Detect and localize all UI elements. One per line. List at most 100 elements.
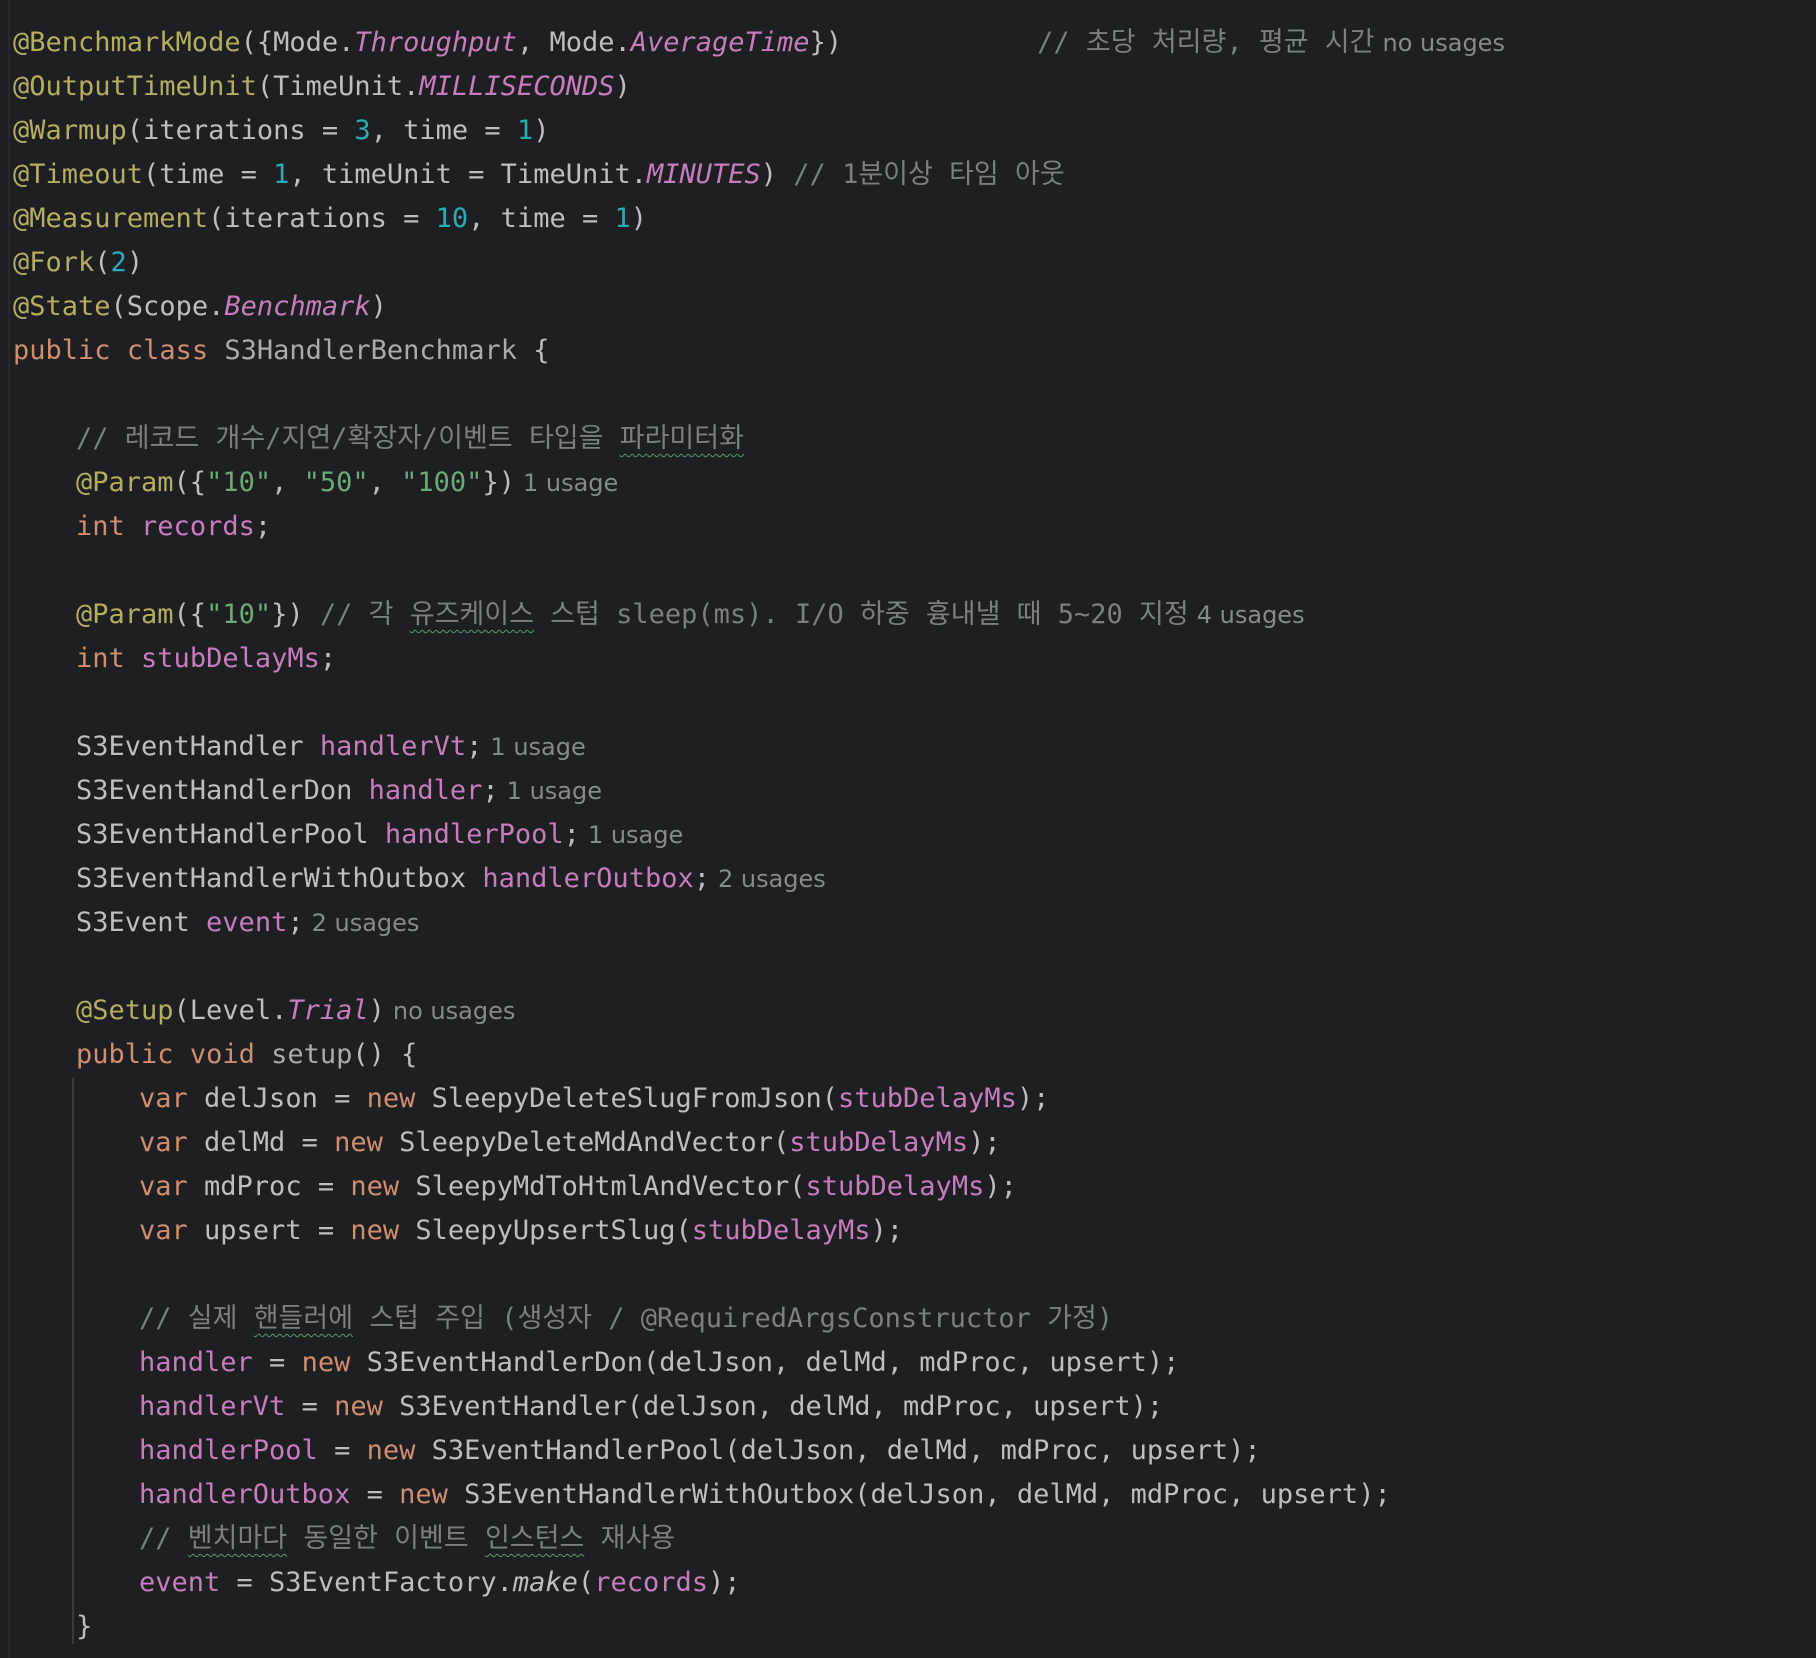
- keyword: new: [350, 1171, 400, 1202]
- enum-constant: AverageTime: [630, 27, 810, 58]
- code-line-15[interactable]: int stubDelayMs;: [76, 637, 336, 681]
- usage-hint[interactable]: no usages: [1383, 29, 1505, 57]
- code-text: ): [614, 71, 631, 102]
- code-line-7[interactable]: @State(Scope.Benchmark): [13, 285, 387, 329]
- code-line-35[interactable]: // 벤치마다 동일한 이벤트 인스턴스 재사용: [139, 1517, 675, 1561]
- code-text: }): [809, 27, 843, 58]
- comment: 스텁 sleep(ms). I/O 하중 흉내낼 때 5~20 지정: [533, 599, 1189, 630]
- code-line-2[interactable]: @OutputTimeUnit(TimeUnit.MILLISECONDS): [13, 65, 631, 109]
- code-text: S3EventHandler(delJson, delMd, mdProc, u…: [382, 1391, 1164, 1422]
- code-text: ,: [271, 467, 304, 498]
- code-line-24[interactable]: public void setup() {: [76, 1033, 417, 1077]
- code-text: (iterations =: [208, 203, 436, 234]
- code-line-32[interactable]: handlerVt = new S3EventHandler(delJson, …: [139, 1385, 1163, 1429]
- enum-constant: Benchmark: [224, 291, 371, 322]
- number-literal: 1: [614, 203, 631, 234]
- keyword: new: [350, 1215, 400, 1246]
- code-line-33[interactable]: handlerPool = new S3EventHandlerPool(del…: [139, 1429, 1261, 1473]
- code-editor[interactable]: @BenchmarkMode({Mode.Throughput, Mode.Av…: [0, 0, 1816, 1658]
- code-text: , Mode.: [516, 27, 631, 58]
- code-text: ): [533, 115, 550, 146]
- code-line-28[interactable]: var upsert = new SleepyUpsertSlug(stubDe…: [139, 1209, 903, 1253]
- code-line-18[interactable]: S3EventHandlerDon handler; 1 usage: [76, 769, 602, 813]
- usage-hint[interactable]: 2 usages: [718, 865, 826, 893]
- code-text: ;: [254, 511, 272, 542]
- comment: 스텁 주입 (생성자 / @RequiredArgsConstructor 가정…: [353, 1303, 1114, 1334]
- keyword: new: [366, 1435, 416, 1466]
- usage-hint[interactable]: 4 usages: [1197, 601, 1305, 629]
- code-line-12[interactable]: int records;: [76, 505, 271, 549]
- code-line-31[interactable]: handler = new S3EventHandlerDon(delJson,…: [139, 1341, 1179, 1385]
- code-line-8[interactable]: public class S3HandlerBenchmark {: [13, 329, 549, 373]
- field-name: stubDelayMs: [141, 643, 320, 674]
- field-name: handler: [139, 1347, 253, 1378]
- code-line-20[interactable]: S3EventHandlerWithOutbox handlerOutbox; 2…: [76, 857, 826, 901]
- comment-typo[interactable]: 인스턴스: [485, 1523, 584, 1554]
- code-text: =: [285, 1391, 335, 1422]
- comment-typo[interactable]: 핸들러에: [254, 1303, 353, 1334]
- annotation: @OutputTimeUnit: [13, 71, 257, 102]
- code-text: ): [760, 159, 794, 190]
- code-line-3[interactable]: @Warmup(iterations = 3, time = 1): [13, 109, 549, 153]
- usage-hint[interactable]: 2 usages: [312, 909, 420, 937]
- enum-constant: Throughput: [354, 27, 517, 58]
- code-line-27[interactable]: var mdProc = new SleepyMdToHtmlAndVector…: [139, 1165, 1017, 1209]
- code-line-23[interactable]: @Setup(Level.Trial) no usages: [76, 989, 515, 1033]
- number-literal: 1: [516, 115, 534, 146]
- code-line-11[interactable]: @Param({"10", "50", "100"}) 1 usage: [76, 461, 618, 505]
- code-line-37[interactable]: }: [76, 1605, 92, 1649]
- string-literal: "100": [401, 467, 483, 498]
- usage-hint[interactable]: no usages: [393, 997, 515, 1025]
- number-literal: 10: [435, 203, 469, 234]
- comment-typo[interactable]: 파라미터화: [620, 423, 744, 454]
- keyword: new: [301, 1347, 351, 1378]
- code-text: ;: [482, 775, 499, 806]
- code-line-1[interactable]: @BenchmarkMode({Mode.Throughput, Mode.Av…: [13, 21, 1505, 65]
- code-line-6[interactable]: @Fork(2): [13, 241, 143, 285]
- comment: // 각: [319, 599, 410, 630]
- comment-typo[interactable]: 벤치마다: [188, 1523, 287, 1554]
- code-text: ;: [319, 643, 337, 674]
- string-literal: "10": [206, 599, 272, 630]
- code-line-30[interactable]: // 실제 핸들러에 스텁 주입 (생성자 / @RequiredArgsCon…: [139, 1297, 1113, 1341]
- keyword: var: [139, 1171, 188, 1202]
- code-text: ({: [173, 467, 207, 498]
- code-text: ,: [368, 467, 402, 498]
- code-text: delMd =: [187, 1127, 335, 1158]
- usage-hint[interactable]: 1 usage: [523, 469, 618, 497]
- code-text: (Level.: [173, 995, 288, 1026]
- usage-hint[interactable]: 1 usage: [490, 733, 585, 761]
- code-line-5[interactable]: @Measurement(iterations = 10, time = 1): [13, 197, 647, 241]
- indent-guide: [72, 1078, 74, 1644]
- method-call: make: [512, 1567, 578, 1598]
- type-name: S3EventHandlerDon: [76, 775, 369, 806]
- code-line-19[interactable]: S3EventHandlerPool handlerPool; 1 usage: [76, 813, 683, 857]
- code-text: (time =: [143, 159, 274, 190]
- field-name: handlerVt: [319, 731, 467, 762]
- keyword: var: [139, 1127, 188, 1158]
- code-line-17[interactable]: S3EventHandler handlerVt; 1 usage: [76, 725, 586, 769]
- keyword: var: [139, 1083, 188, 1114]
- comment: 재사용: [584, 1523, 676, 1554]
- keyword: public: [13, 335, 111, 366]
- comment-typo[interactable]: 유즈케이스: [410, 599, 534, 630]
- code-text: ;: [466, 731, 483, 762]
- code-text: );: [1016, 1083, 1050, 1114]
- code-line-4[interactable]: @Timeout(time = 1, timeUnit = TimeUnit.M…: [13, 153, 1065, 197]
- code-line-26[interactable]: var delMd = new SleepyDeleteMdAndVector(…: [139, 1121, 1001, 1165]
- keyword: int: [76, 511, 125, 542]
- code-line-14[interactable]: @Param({"10"}) // 각 유즈케이스 스텁 sleep(ms). …: [76, 593, 1305, 637]
- code-line-34[interactable]: handlerOutbox = new S3EventHandlerWithOu…: [139, 1473, 1391, 1517]
- code-line-10[interactable]: // 레코드 개수/지연/확장자/이벤트 타입을 파라미터화: [76, 417, 744, 461]
- annotation: @Measurement: [13, 203, 209, 234]
- code-text: SleepyDeleteSlugFromJson(: [415, 1083, 839, 1114]
- code-line-21[interactable]: S3Event event; 2 usages: [76, 901, 419, 945]
- usage-hint[interactable]: 1 usage: [588, 821, 683, 849]
- code-line-36[interactable]: event = S3EventFactory.make(records);: [139, 1561, 741, 1605]
- code-text: ): [368, 995, 385, 1026]
- usage-hint[interactable]: 1 usage: [507, 777, 602, 805]
- code-line-25[interactable]: var delJson = new SleepyDeleteSlugFromJs…: [139, 1077, 1049, 1121]
- annotation: @State: [13, 291, 111, 322]
- annotation: @Warmup: [13, 115, 127, 146]
